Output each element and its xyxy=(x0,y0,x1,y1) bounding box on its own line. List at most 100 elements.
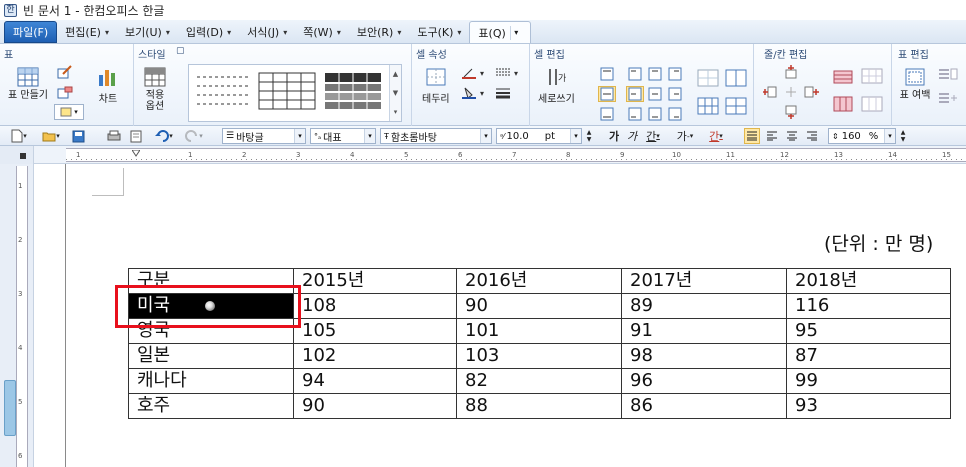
table-cell[interactable]: 108 xyxy=(293,293,457,319)
menu-security[interactable]: 보안(R) ▾ xyxy=(349,21,409,43)
align-middle-icon[interactable] xyxy=(598,86,616,102)
table-cell[interactable]: 호주 xyxy=(128,393,294,419)
redo-button[interactable]: ▾ xyxy=(180,128,208,144)
line-width-icon[interactable] xyxy=(492,84,524,100)
insert-col-right-icon[interactable] xyxy=(802,84,820,100)
cell-align-tl-icon[interactable] xyxy=(626,66,644,82)
indent-marker-icon[interactable] xyxy=(131,147,141,157)
undo-button[interactable]: ▾ xyxy=(150,128,178,144)
table-cell[interactable]: 101 xyxy=(456,318,622,344)
font-size-combo[interactable]: ᵃ⁄ 10.0 pt ▾ xyxy=(496,128,582,144)
table-header-cell[interactable]: 구분 xyxy=(128,268,294,294)
cell-align-br-icon[interactable] xyxy=(666,106,684,122)
chevron-down-icon[interactable]: ▾ xyxy=(364,129,375,143)
line-spacing-spinner[interactable]: ▲ ▼ xyxy=(897,128,909,144)
table-cell[interactable]: 88 xyxy=(456,393,622,419)
print-button[interactable] xyxy=(104,128,124,144)
distribute-rows-icon[interactable] xyxy=(832,94,856,114)
chevron-down-icon[interactable]: ▾ xyxy=(480,129,491,143)
chevron-down-icon[interactable]: ▾ xyxy=(294,129,305,143)
table-header-cell[interactable]: 2016년 xyxy=(456,268,622,294)
table-props-icon[interactable] xyxy=(936,66,960,82)
menu-tools[interactable]: 도구(K) ▾ xyxy=(409,21,469,43)
arrow-up-icon[interactable]: ▲ xyxy=(587,129,592,136)
merge-cells-icon[interactable] xyxy=(696,68,720,88)
open-folder-button[interactable]: ▾ xyxy=(36,128,66,144)
strike-button[interactable]: 가 - ▾ xyxy=(672,128,698,144)
style-swatch-dashed[interactable] xyxy=(193,71,253,111)
visitor-table[interactable]: 구분 2015년 2016년 2017년 2018년 미국 108 90 89 … xyxy=(128,268,951,419)
table-margin-button[interactable]: 표 여백 xyxy=(898,66,932,101)
preview-button[interactable] xyxy=(126,128,146,144)
table-header-cell[interactable]: 2015년 xyxy=(293,268,457,294)
menu-file[interactable]: 파일(F) xyxy=(4,21,58,43)
delete-col-icon[interactable] xyxy=(860,66,884,86)
border-button[interactable]: 테두리 xyxy=(422,66,450,105)
underline-button[interactable]: 간 ▾ xyxy=(642,128,664,144)
insert-row-above-icon[interactable] xyxy=(782,64,800,80)
table-cell[interactable]: 105 xyxy=(293,318,457,344)
menu-format[interactable]: 서식(J) ▾ xyxy=(239,21,295,43)
table-cell[interactable]: 103 xyxy=(456,343,622,369)
font-size-spinner[interactable]: ▲ ▼ xyxy=(583,128,595,144)
cell-align-bc-icon[interactable] xyxy=(646,106,664,122)
table-cell[interactable]: 95 xyxy=(786,318,951,344)
cell-split-grid-icon[interactable] xyxy=(724,96,748,116)
cell-align-tc-icon[interactable] xyxy=(646,66,664,82)
style-swatch-grid[interactable] xyxy=(257,71,317,111)
insert-row-below-icon[interactable] xyxy=(782,104,800,120)
table-cell[interactable]: 87 xyxy=(786,343,951,369)
delete-row-icon[interactable] xyxy=(832,66,856,86)
font-combo[interactable]: Ŧ 함초롬바탕 ▾ xyxy=(380,128,492,144)
align-left-button[interactable] xyxy=(764,128,780,144)
arrow-up-icon[interactable]: ▲ xyxy=(901,129,906,136)
table-cell[interactable]: 90 xyxy=(293,393,457,419)
table-cell[interactable]: 98 xyxy=(621,343,787,369)
table-cell[interactable]: 영국 xyxy=(128,318,294,344)
align-bottom-icon[interactable] xyxy=(598,106,616,122)
menu-insert[interactable]: 입력(D) ▾ xyxy=(178,21,239,43)
chevron-down-icon[interactable]: ▾ xyxy=(570,129,581,143)
insert-col-left-icon[interactable] xyxy=(762,84,780,100)
table-eraser-icon[interactable] xyxy=(56,84,74,100)
align-center-button[interactable] xyxy=(784,128,800,144)
apply-options-button[interactable]: 적용 옵션 xyxy=(140,66,170,112)
chart-button[interactable]: 차트 xyxy=(96,66,120,105)
table-cell[interactable]: 일본 xyxy=(128,343,294,369)
cell-align-mr-icon[interactable] xyxy=(666,86,684,102)
table-cell[interactable]: 96 xyxy=(621,368,787,394)
add-icon[interactable] xyxy=(782,84,800,100)
menu-table[interactable]: 표(Q) ▾ xyxy=(469,21,531,43)
arrow-down-icon[interactable]: ▼ xyxy=(901,136,906,143)
table-cell[interactable]: 91 xyxy=(621,318,787,344)
table-header-cell[interactable]: 2018년 xyxy=(786,268,951,294)
table-cell[interactable]: 94 xyxy=(293,368,457,394)
line-style-icon[interactable]: ▾ xyxy=(492,64,524,80)
arrow-down-icon[interactable]: ▼ xyxy=(587,136,592,143)
save-button[interactable] xyxy=(68,128,88,144)
expand-icon[interactable]: ▢ xyxy=(176,46,185,56)
align-top-icon[interactable] xyxy=(598,66,616,82)
arrow-down-icon[interactable]: ▼ xyxy=(393,89,398,97)
language-combo[interactable]: °ₐ 대표 ▾ xyxy=(310,128,376,144)
table-cell[interactable]: 116 xyxy=(786,293,951,319)
table-convert-icon[interactable] xyxy=(936,90,960,106)
vertical-ruler[interactable]: 1 2 3 4 5 6 xyxy=(16,166,28,467)
gallery-scrollbar[interactable]: ▲ ▼ ▾ xyxy=(389,65,401,121)
line-spacing-combo[interactable]: ⇕ 160% ▾ xyxy=(828,128,896,144)
bold-button[interactable]: 가 xyxy=(606,128,622,144)
side-panel-handle[interactable] xyxy=(4,380,16,436)
hwp-app-icon[interactable]: 한 xyxy=(4,3,17,17)
table-cell[interactable]: 82 xyxy=(456,368,622,394)
cell-align-tr-icon[interactable] xyxy=(666,66,684,82)
table-cell[interactable]: 86 xyxy=(621,393,787,419)
vertical-writing-button[interactable]: 가 세로쓰기 xyxy=(538,66,575,105)
chevron-down-icon[interactable]: ▾ xyxy=(509,25,522,40)
table-header-cell[interactable]: 2017년 xyxy=(621,268,787,294)
more-icon[interactable]: ▾ xyxy=(394,108,398,116)
table-cell[interactable]: 캐나다 xyxy=(128,368,294,394)
align-justify-button[interactable] xyxy=(744,128,760,144)
menu-view[interactable]: 보기(U) ▾ xyxy=(117,21,178,43)
cell-style-dropdown[interactable]: ▾ xyxy=(54,104,84,120)
menu-page[interactable]: 쪽(W) ▾ xyxy=(295,21,349,43)
